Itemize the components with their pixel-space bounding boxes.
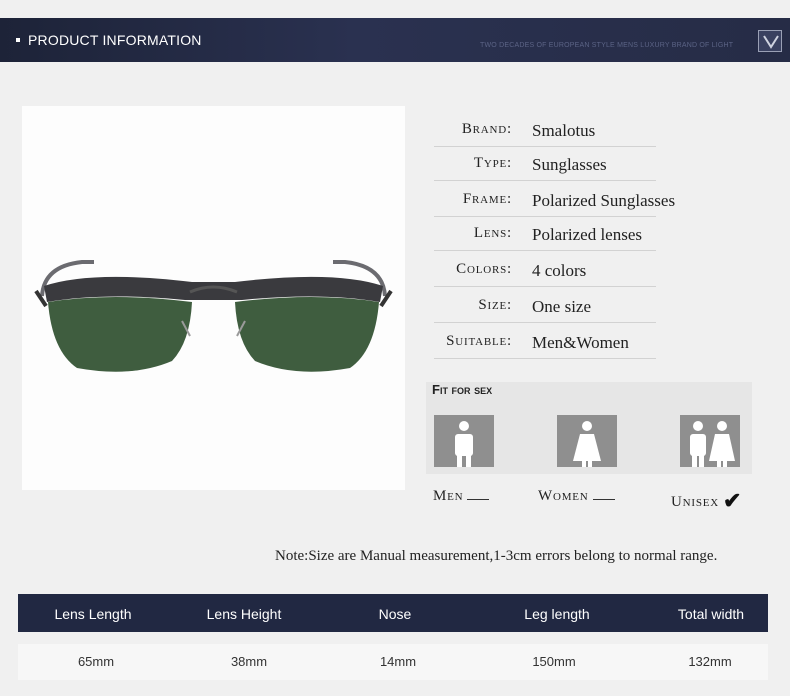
brand-tagline: TWO DECADES OF EUROPEAN STYLE MENS LUXUR… bbox=[480, 42, 734, 49]
spec-label: Frame: bbox=[462, 191, 512, 207]
brand-logo-icon bbox=[758, 30, 782, 52]
spec-label: Colors: bbox=[456, 261, 512, 277]
column-header: Total width bbox=[677, 606, 745, 622]
column-header: Lens Height bbox=[206, 606, 282, 622]
option-unisex: Unisex ✔ bbox=[671, 488, 742, 514]
couple-icon bbox=[680, 415, 740, 467]
spec-value: One size bbox=[532, 297, 592, 316]
fit-title: Fit for sex bbox=[432, 382, 493, 397]
spec-row-type: Type: Sunglasses bbox=[430, 147, 690, 181]
spec-value: Smalotus bbox=[532, 121, 596, 140]
spec-row-frame: Frame: Polarized Sunglasses bbox=[430, 183, 690, 217]
option-label: Unisex bbox=[671, 494, 720, 510]
spec-value: 4 colors bbox=[532, 261, 587, 280]
table-cell: 132mm bbox=[688, 654, 732, 669]
spec-label: Size: bbox=[478, 297, 512, 313]
table-header: Lens Length Lens Height Nose Leg length … bbox=[18, 594, 768, 632]
table-cell: 65mm bbox=[77, 654, 115, 669]
spec-row-colors: Colors: 4 colors bbox=[430, 253, 690, 287]
man-icon bbox=[434, 415, 494, 467]
divider bbox=[434, 286, 656, 287]
spec-label: Suitable: bbox=[446, 333, 512, 349]
option-label: Women bbox=[538, 488, 589, 504]
checkmark-icon: ✔ bbox=[723, 488, 743, 513]
spec-label: Brand: bbox=[461, 121, 512, 137]
divider bbox=[434, 358, 656, 359]
spec-row-brand: Brand: Smalotus bbox=[430, 113, 690, 147]
column-header: Lens Length bbox=[54, 606, 132, 622]
table-row: 65mm 38mm 14mm 150mm 132mm bbox=[18, 644, 768, 680]
divider bbox=[434, 180, 656, 181]
column-header: Nose bbox=[378, 606, 412, 622]
spec-value: Polarized Sunglasses bbox=[532, 191, 676, 210]
table-cell: 14mm bbox=[379, 654, 417, 669]
section-title: PRODUCT INFORMATION bbox=[28, 32, 202, 48]
header-banner: PRODUCT INFORMATION TWO DECADES OF EUROP… bbox=[0, 18, 790, 62]
spec-value: Men&Women bbox=[532, 333, 629, 352]
option-blank bbox=[592, 499, 615, 500]
option-blank bbox=[467, 499, 490, 500]
measurement-note: Note:Size are Manual measurement,1-3cm e… bbox=[275, 548, 718, 564]
product-photo bbox=[22, 106, 405, 490]
spec-row-size: Size: One size bbox=[430, 289, 690, 323]
woman-icon bbox=[557, 415, 617, 467]
table-cell: 38mm bbox=[230, 654, 268, 669]
table-cell: 150mm bbox=[532, 654, 576, 669]
divider bbox=[434, 250, 656, 251]
spec-row-lens: Lens: Polarized lenses bbox=[430, 217, 690, 251]
option-women: Women bbox=[538, 488, 615, 505]
option-men: Men bbox=[433, 488, 490, 505]
spec-value: Sunglasses bbox=[532, 155, 607, 174]
spec-row-suitable: Suitable: Men&Women bbox=[430, 325, 690, 359]
bullet-icon bbox=[16, 38, 20, 42]
fit-for-sex-panel: Fit for sex bbox=[426, 382, 752, 474]
sunglasses-image bbox=[34, 260, 393, 372]
spec-label: Lens: bbox=[473, 225, 512, 241]
spec-value: Polarized lenses bbox=[532, 225, 642, 244]
option-label: Men bbox=[433, 488, 464, 504]
spec-label: Type: bbox=[473, 155, 512, 171]
divider bbox=[434, 322, 656, 323]
column-header: Leg length bbox=[524, 606, 590, 622]
